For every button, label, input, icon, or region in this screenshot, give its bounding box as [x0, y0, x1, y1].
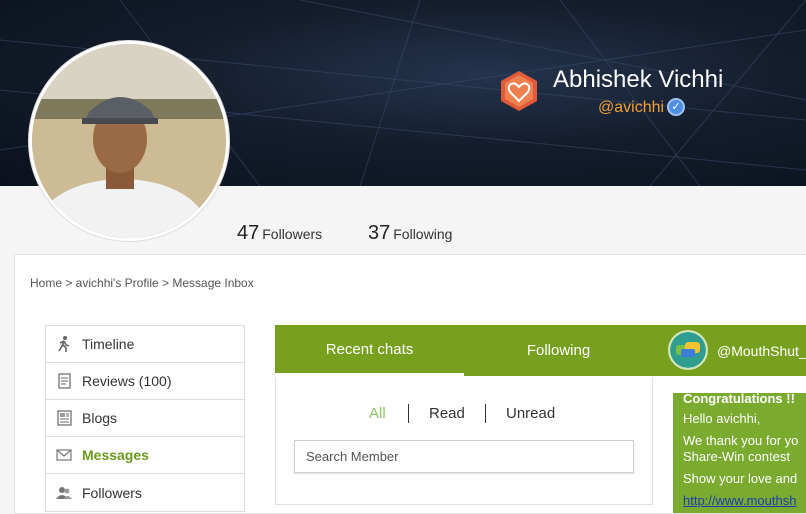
following-stat[interactable]: 37 Following [368, 222, 452, 245]
followers-stat[interactable]: 47 Followers [237, 222, 322, 245]
search-member-input[interactable] [294, 440, 634, 473]
blog-icon [56, 410, 72, 426]
tab-recent-chats[interactable]: Recent chats [275, 325, 464, 376]
sidebar-item-label: Followers [82, 484, 142, 501]
mouthshut-logo-icon [670, 332, 706, 368]
following-label: Following [393, 226, 453, 242]
followers-label: Followers [262, 226, 323, 242]
document-icon [56, 373, 72, 389]
message-link[interactable]: http://www.mouthsh [683, 493, 806, 509]
profile-menu: Timeline Reviews (100) Blogs Messages Fo… [45, 325, 245, 512]
profile-avatar[interactable] [29, 41, 229, 241]
check-badge-icon: ✓ [667, 98, 685, 116]
message-line: Hello avichhi, [683, 411, 761, 426]
filter-read[interactable]: Read [429, 405, 465, 422]
walker-icon [56, 336, 72, 352]
breadcrumb[interactable]: Home > avichhi's Profile > Message Inbox [30, 276, 254, 290]
profile-handle[interactable]: @avichhi [598, 99, 664, 117]
contact-avatar[interactable] [668, 330, 708, 370]
sidebar-item-label: Messages [82, 447, 149, 463]
sidebar-item-label: Blogs [82, 410, 118, 426]
following-count: 37 [368, 222, 391, 244]
sidebar-item-label: Reviews (100) [82, 373, 172, 389]
person-photo-icon [32, 44, 226, 238]
message-line: Share-Win contest [683, 449, 790, 464]
filter-unread[interactable]: Unread [506, 405, 555, 422]
sidebar-item-label: Timeline [82, 336, 135, 352]
filter-all[interactable]: All [369, 405, 386, 422]
message-line: Congratulations !! [683, 393, 795, 406]
filter-divider [485, 404, 486, 423]
followers-icon [56, 485, 72, 501]
sidebar-item-blogs[interactable]: Blogs [46, 400, 244, 437]
message-line: Show your love and [683, 471, 798, 486]
sidebar-item-reviews[interactable]: Reviews (100) [46, 363, 244, 400]
sidebar-item-messages[interactable]: Messages [46, 437, 244, 474]
profile-name: Abhishek Vichhi [553, 66, 724, 93]
contact-name[interactable]: @MouthShut_C [717, 343, 806, 359]
envelope-icon [56, 447, 72, 463]
heart-hexagon-icon [500, 70, 538, 112]
followers-count: 47 [237, 222, 260, 244]
filter-divider [408, 404, 409, 423]
message-panel: Congratulations !! Hello avichhi, We tha… [673, 393, 806, 513]
message-line: We thank you for yo [683, 433, 799, 448]
sidebar-item-timeline[interactable]: Timeline [46, 326, 244, 363]
tab-following[interactable]: Following [464, 325, 653, 376]
sidebar-item-followers[interactable]: Followers [46, 474, 244, 511]
